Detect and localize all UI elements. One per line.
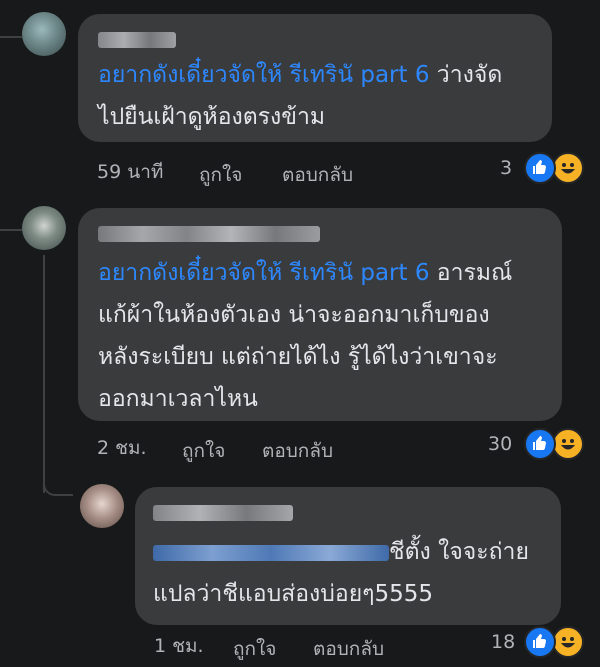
like-button[interactable]: ถูกใจ	[182, 436, 225, 466]
comment-text: อยากดังเดี๋ยวจัดให้ รีเทรินั part 6 ว่าง…	[98, 62, 503, 130]
comment-text: ชีตั้ง ใจจะถ่าย แปลว่าชีแอบส่องบ่อยๆ5555	[153, 539, 529, 607]
like-button[interactable]: ถูกใจ	[199, 160, 242, 190]
reply-button[interactable]: ตอบกลับ	[262, 436, 333, 466]
mention-link[interactable]: อยากดังเดี๋ยวจัดให้ รีเทรินั part 6	[98, 260, 429, 286]
mention-link[interactable]	[153, 544, 389, 561]
reaction-count[interactable]: 30	[488, 433, 512, 455]
comment-bubble: ชีตั้ง ใจจะถ่าย แปลว่าชีแอบส่องบ่อยๆ5555	[135, 487, 561, 625]
comment-text: อยากดังเดี๋ยวจัดให้ รีเทรินั part 6 อารม…	[98, 260, 513, 412]
avatar[interactable]	[22, 12, 66, 56]
avatar[interactable]	[80, 484, 124, 528]
reaction-count[interactable]: 18	[491, 631, 515, 653]
comment-timestamp[interactable]: 2 ชม.	[97, 433, 147, 463]
comment: อยากดังเดี๋ยวจัดให้ รีเทรินั part 6 อารม…	[0, 200, 600, 470]
reply-button[interactable]: ตอบกลับ	[282, 160, 353, 190]
like-icon	[524, 626, 556, 658]
like-icon	[524, 152, 556, 184]
reply-comment: ชีตั้ง ใจจะถ่าย แปลว่าชีแอบส่องบ่อยๆ5555…	[0, 470, 600, 667]
comment-timestamp[interactable]: 1 ชม.	[154, 631, 204, 661]
author-name[interactable]	[153, 505, 293, 521]
like-icon	[524, 428, 556, 460]
mention-link[interactable]: อยากดังเดี๋ยวจัดให้ รีเทรินั part 6	[98, 62, 429, 88]
reply-button[interactable]: ตอบกลับ	[313, 634, 384, 664]
like-button[interactable]: ถูกใจ	[233, 634, 276, 664]
author-name[interactable]	[98, 32, 176, 48]
author-name[interactable]	[98, 226, 320, 242]
comment-bubble: อยากดังเดี๋ยวจัดให้ รีเทรินั part 6 อารม…	[78, 208, 562, 421]
haha-icon	[552, 152, 584, 184]
haha-icon	[552, 428, 584, 460]
avatar[interactable]	[22, 206, 66, 250]
haha-icon	[552, 626, 584, 658]
comment-bubble: อยากดังเดี๋ยวจัดให้ รีเทรินั part 6 ว่าง…	[78, 14, 552, 142]
comment-timestamp[interactable]: 59 นาที	[97, 157, 163, 187]
comment: อยากดังเดี๋ยวจัดให้ รีเทรินั part 6 ว่าง…	[0, 0, 600, 200]
reaction-count[interactable]: 3	[500, 157, 512, 179]
